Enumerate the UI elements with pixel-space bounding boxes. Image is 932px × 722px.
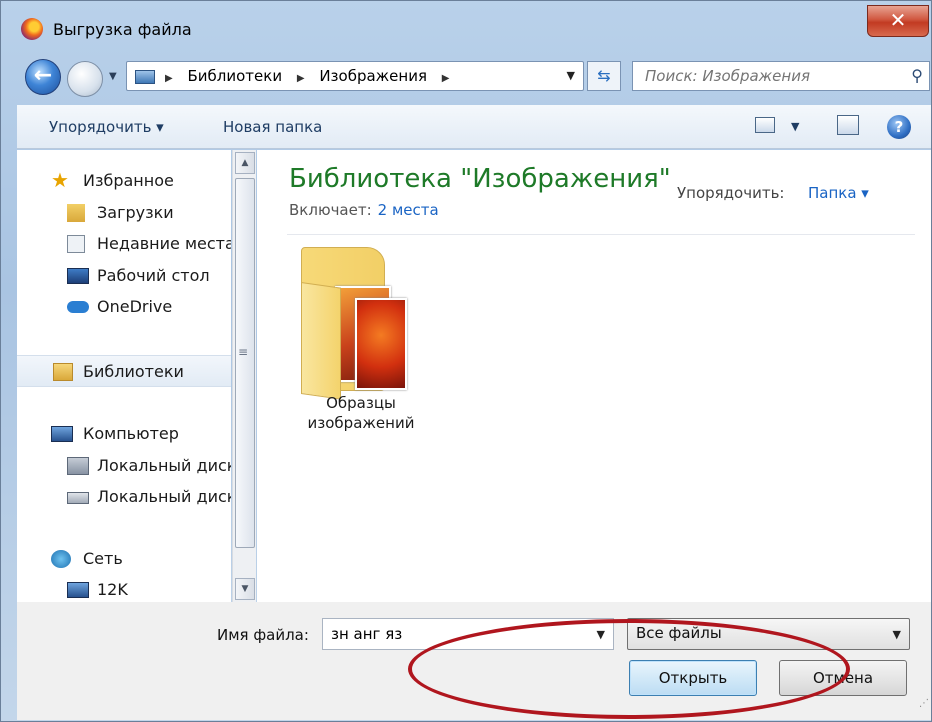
recent-pages-dropdown[interactable]: ▼ xyxy=(109,71,117,82)
breadcrumb-libraries[interactable]: Библиотеки xyxy=(187,67,282,85)
network-computer-icon xyxy=(67,582,89,598)
sidebar-item-label: Загрузки xyxy=(97,203,174,222)
new-folder-button[interactable]: Новая папка xyxy=(223,118,322,136)
downloads-icon xyxy=(67,204,85,222)
sidebar-item-label: Сеть xyxy=(83,549,123,568)
folder-front xyxy=(301,282,341,400)
sidebar-item-desktop[interactable]: Рабочий стол xyxy=(17,262,231,290)
search-icon[interactable]: ⚲ xyxy=(911,66,923,85)
back-arrow-icon: ← xyxy=(33,63,53,88)
refresh-button[interactable]: ⇆ xyxy=(587,61,621,91)
cloud-icon xyxy=(67,301,89,313)
forward-button[interactable] xyxy=(67,61,103,97)
navigation-scrollbar[interactable]: ▲ ≡ ▼ xyxy=(232,150,256,602)
chevron-right-icon[interactable]: ▶ xyxy=(297,73,305,84)
sidebar-item-label: OneDrive xyxy=(97,297,173,316)
window-title: Выгрузка файла xyxy=(53,20,192,39)
library-includes: Включает: 2 места xyxy=(289,201,439,219)
star-icon: ★ xyxy=(51,168,69,192)
sidebar-item-label: Избранное xyxy=(83,171,174,190)
drive-icon xyxy=(67,457,89,475)
address-dropdown[interactable]: ▼ xyxy=(567,69,575,82)
sidebar-item-label: Рабочий стол xyxy=(97,266,210,285)
view-options-icon[interactable] xyxy=(755,117,775,133)
sidebar-item-downloads[interactable]: Загрузки xyxy=(17,199,231,227)
sidebar-item-recent-places[interactable]: Недавние места xyxy=(17,230,231,258)
sidebar-item-label: Библиотеки xyxy=(83,362,184,381)
file-type-value: Все файлы xyxy=(636,624,722,642)
locations-link[interactable]: 2 места xyxy=(378,201,439,219)
refresh-icon: ⇆ xyxy=(597,66,611,85)
firefox-icon xyxy=(21,18,43,40)
divider xyxy=(287,234,915,235)
breadcrumb: ▶ Библиотеки ▶ Изображения ▶ xyxy=(165,67,459,85)
scroll-down-button[interactable]: ▼ xyxy=(235,578,255,600)
breadcrumb-images[interactable]: Изображения xyxy=(319,67,427,85)
scroll-up-button[interactable]: ▲ xyxy=(235,152,255,174)
search-input[interactable] xyxy=(633,62,893,90)
library-title: Библиотека "Изображения" xyxy=(289,164,671,194)
title-bar[interactable]: Выгрузка файла ✕ xyxy=(1,1,932,51)
sidebar-item-label: 12K xyxy=(97,580,128,599)
search-box[interactable]: ⚲ xyxy=(632,61,930,91)
computer-icon xyxy=(51,426,73,442)
preview-pane-icon[interactable] xyxy=(837,115,859,135)
file-name-panel: Имя файла: ▼ Все файлы ▼ Открыть Отмена … xyxy=(17,602,931,720)
file-type-select[interactable]: Все файлы ▼ xyxy=(627,618,910,650)
scrollbar-thumb[interactable] xyxy=(235,178,255,548)
file-list-pane: Библиотека "Изображения" Включает: 2 мест… xyxy=(257,150,931,602)
recent-places-icon xyxy=(67,235,85,253)
sidebar-item-local-disk-d[interactable]: Локальный диск xyxy=(17,483,231,511)
address-bar[interactable]: ▶ Библиотеки ▶ Изображения ▶ ▼ xyxy=(126,61,584,91)
sidebar-item-libraries[interactable]: Библиотеки xyxy=(17,355,231,387)
resize-grip-icon[interactable]: ⋰ xyxy=(919,698,929,709)
view-dropdown-icon[interactable]: ▼ xyxy=(791,120,799,133)
back-button[interactable]: ← xyxy=(25,59,61,95)
close-button[interactable]: ✕ xyxy=(867,5,929,37)
sidebar-item-favorites[interactable]: ★ Избранное xyxy=(17,167,231,195)
chevron-down-icon[interactable]: ▼ xyxy=(893,628,901,641)
filename-combobox[interactable]: ▼ xyxy=(322,618,614,650)
sidebar-item-label: Локальный диск xyxy=(97,456,231,475)
filename-field[interactable] xyxy=(323,619,583,649)
sidebar-item-onedrive[interactable]: OneDrive xyxy=(17,293,231,321)
chevron-right-icon[interactable]: ▶ xyxy=(165,73,173,84)
command-bar: Упорядочить ▾ Новая папка ▼ ? xyxy=(17,105,931,149)
chevron-down-icon[interactable]: ▼ xyxy=(597,628,605,641)
includes-label: Включает: xyxy=(289,201,372,219)
open-button[interactable]: Открыть xyxy=(629,660,757,696)
drive-icon xyxy=(67,492,89,504)
arrange-by-label: Упорядочить: xyxy=(677,184,785,202)
cancel-button[interactable]: Отмена xyxy=(779,660,907,696)
photo-thumbnail xyxy=(355,298,407,390)
sidebar-item-network[interactable]: Сеть xyxy=(17,545,231,573)
organize-button[interactable]: Упорядочить ▾ xyxy=(49,118,164,136)
sidebar-item-label: Локальный диск xyxy=(97,487,231,506)
folder-label[interactable]: Образцы изображений xyxy=(293,393,429,433)
libraries-icon xyxy=(53,363,73,381)
navigation-pane: ★ Избранное Загрузки Недавние места Рабо… xyxy=(17,150,231,602)
sidebar-item-label: Компьютер xyxy=(83,424,179,443)
sidebar-item-local-disk-c[interactable]: Локальный диск xyxy=(17,452,231,480)
network-icon xyxy=(51,550,71,568)
filename-label: Имя файла: xyxy=(217,626,309,644)
desktop-icon xyxy=(67,268,89,284)
sidebar-item-computer[interactable]: Компьютер xyxy=(17,420,231,448)
file-upload-dialog: Выгрузка файла ✕ ← ▼ ▶ Библиотеки ▶ Изоб… xyxy=(0,0,932,722)
sidebar-item-12k[interactable]: 12K xyxy=(17,576,231,602)
grip-icon: ≡ xyxy=(238,345,249,359)
arrange-by-dropdown[interactable]: Папка ▾ xyxy=(808,184,869,202)
help-icon[interactable]: ? xyxy=(887,115,911,139)
sidebar-item-label: Недавние места xyxy=(97,234,231,253)
location-icon xyxy=(135,70,155,84)
chevron-right-icon[interactable]: ▶ xyxy=(442,73,450,84)
